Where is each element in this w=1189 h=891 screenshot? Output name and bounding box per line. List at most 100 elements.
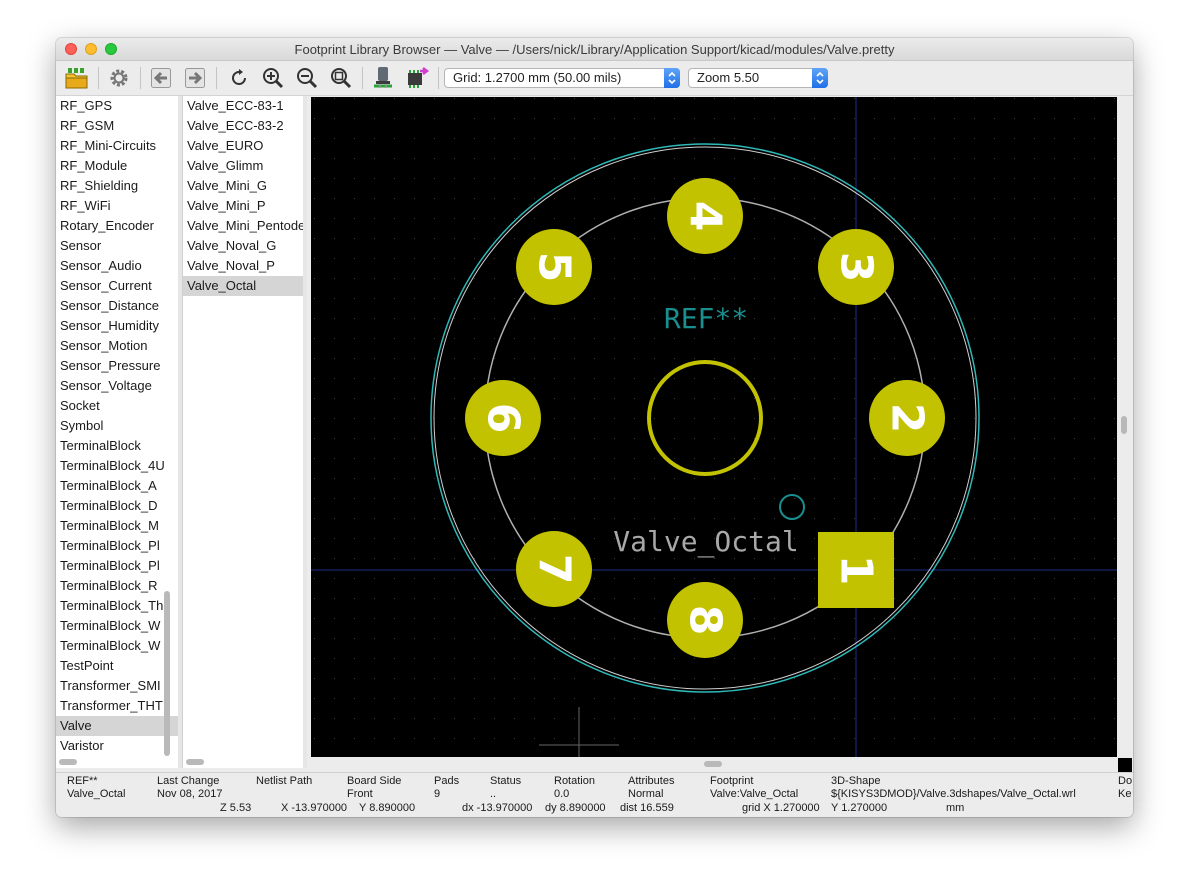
status-grid-y: Y 1.270000 [831, 802, 888, 814]
library-item[interactable]: Varistor [56, 736, 178, 756]
library-list-scrollbar[interactable] [164, 591, 170, 756]
insert-footprint-icon[interactable] [404, 66, 430, 90]
library-item[interactable]: TestPoint [56, 656, 178, 676]
pad-5[interactable]: 5 [516, 229, 592, 305]
status-value: Ke [1118, 788, 1132, 800]
library-item[interactable]: Sensor_Audio [56, 256, 178, 276]
footprint-canvas[interactable]: REF** Valve_Octal 1 2 3 4 5 6 7 8 [311, 97, 1117, 757]
title-bar: Footprint Library Browser — Valve — /Use… [56, 38, 1133, 61]
library-item[interactable]: Sensor_Current [56, 276, 178, 296]
status-value: 0.0 [554, 788, 570, 800]
library-list[interactable]: RF_GPS RF_GSM RF_Mini-Circuits RF_Module RF_… [56, 96, 179, 768]
zoom-select-value: Zoom 5.50 [697, 70, 760, 85]
status-x: X -13.970000 [281, 802, 348, 814]
library-item[interactable]: TerminalBlock_4U [56, 456, 178, 476]
status-header: REF** [67, 775, 98, 787]
library-item[interactable]: RF_GSM [56, 116, 178, 136]
status-header: Pads [434, 775, 460, 787]
pad-number: 6 [478, 403, 529, 434]
library-item[interactable]: TerminalBlock_M [56, 516, 178, 536]
zoom-in-icon[interactable] [260, 66, 286, 90]
footprint-item[interactable]: Valve_EURO [183, 136, 303, 156]
canvas-corner [1118, 758, 1132, 772]
library-item[interactable]: TerminalBlock_D [56, 496, 178, 516]
settings-icon[interactable] [106, 66, 132, 90]
footprint-drawing[interactable]: REF** Valve_Octal 1 2 3 4 5 6 7 8 [311, 97, 1117, 757]
library-item[interactable]: Valve [56, 716, 178, 736]
canvas-hscrollbar[interactable] [704, 761, 722, 767]
pad-3[interactable]: 3 [818, 229, 894, 305]
status-header: Do [1118, 775, 1133, 787]
footprint-browser-window: Footprint Library Browser — Valve — /Use… [56, 38, 1133, 817]
footprint-list-hscrollbar[interactable] [186, 759, 204, 765]
zoom-out-icon[interactable] [294, 66, 320, 90]
footprint-item[interactable]: Valve_ECC-83-2 [183, 116, 303, 136]
library-item[interactable]: RF_GPS [56, 96, 178, 116]
library-item[interactable]: Sensor_Pressure [56, 356, 178, 376]
library-item[interactable]: RF_WiFi [56, 196, 178, 216]
library-item[interactable]: Sensor [56, 236, 178, 256]
footprint-item[interactable]: Valve_Octal [183, 276, 303, 296]
library-item[interactable]: Sensor_Motion [56, 336, 178, 356]
library-item[interactable]: TerminalBlock_Th [56, 596, 178, 616]
3d-viewer-icon[interactable] [370, 66, 396, 90]
previous-icon[interactable] [148, 66, 174, 90]
footprint-item[interactable]: Valve_ECC-83-1 [183, 96, 303, 116]
library-item[interactable]: Sensor_Voltage [56, 376, 178, 396]
pad-number: 2 [882, 403, 933, 434]
footprint-item[interactable]: Valve_Noval_G [183, 236, 303, 256]
library-list-hscrollbar[interactable] [59, 759, 77, 765]
splitter-right[interactable] [303, 96, 307, 768]
library-item[interactable]: TerminalBlock_R [56, 576, 178, 596]
open-library-icon[interactable] [64, 66, 90, 90]
library-item[interactable]: Rotary_Encoder [56, 216, 178, 236]
footprint-item[interactable]: Valve_Mini_Pentode [183, 216, 303, 236]
pad-4[interactable]: 4 [667, 178, 743, 254]
library-item[interactable]: Symbol [56, 416, 178, 436]
pad-2[interactable]: 2 [869, 380, 945, 456]
zoom-select[interactable]: Zoom 5.50 [688, 68, 828, 88]
status-y: Y 8.890000 [359, 802, 416, 814]
library-item[interactable]: Sensor_Distance [56, 296, 178, 316]
pad-number: 3 [831, 252, 882, 283]
redraw-icon[interactable] [226, 66, 252, 90]
library-item[interactable]: Sensor_Humidity [56, 316, 178, 336]
pad-number: 1 [831, 555, 882, 586]
zoom-fit-icon[interactable] [328, 66, 354, 90]
library-item[interactable]: Transformer_THT [56, 696, 178, 716]
pad-number: 4 [680, 201, 731, 232]
status-header: 3D-Shape [831, 775, 881, 787]
next-icon[interactable] [182, 66, 208, 90]
status-value: Valve:Valve_Octal [710, 788, 799, 800]
status-header: Netlist Path [256, 775, 313, 787]
library-item[interactable]: Socket [56, 396, 178, 416]
library-item[interactable]: RF_Mini-Circuits [56, 136, 178, 156]
status-grid-x: grid X 1.270000 [742, 802, 820, 814]
footprint-list[interactable]: Valve_ECC-83-1 Valve_ECC-83-2 Valve_EURO Va… [182, 96, 304, 768]
chevron-updown-icon [812, 68, 828, 88]
library-item[interactable]: TerminalBlock_W [56, 636, 178, 656]
library-item[interactable]: TerminalBlock [56, 436, 178, 456]
footprint-item[interactable]: Valve_Glimm [183, 156, 303, 176]
canvas-vscrollbar[interactable] [1121, 416, 1127, 434]
library-item[interactable]: RF_Module [56, 156, 178, 176]
footprint-item[interactable]: Valve_Mini_P [183, 196, 303, 216]
library-item[interactable]: TerminalBlock_A [56, 476, 178, 496]
main-toolbar: Grid: 1.2700 mm (50.00 mils) Zoom 5.50 [56, 61, 1133, 96]
library-item[interactable]: TerminalBlock_W [56, 616, 178, 636]
grid-select[interactable]: Grid: 1.2700 mm (50.00 mils) [444, 68, 680, 88]
library-item[interactable]: RF_Shielding [56, 176, 178, 196]
library-item[interactable]: TerminalBlock_Pl [56, 556, 178, 576]
footprint-item[interactable]: Valve_Noval_P [183, 256, 303, 276]
library-item[interactable]: TerminalBlock_Pl [56, 536, 178, 556]
pad-1[interactable]: 1 [818, 532, 894, 608]
status-header: Rotation [554, 775, 595, 787]
window-title: Footprint Library Browser — Valve — /Use… [294, 42, 895, 57]
status-header: Last Change [157, 775, 220, 787]
library-item[interactable]: Transformer_SMI [56, 676, 178, 696]
pad-8[interactable]: 8 [667, 582, 743, 658]
footprint-item[interactable]: Valve_Mini_G [183, 176, 303, 196]
pad-7[interactable]: 7 [516, 531, 592, 607]
status-zoom: Z 5.53 [220, 802, 252, 814]
pad-6[interactable]: 6 [465, 380, 541, 456]
